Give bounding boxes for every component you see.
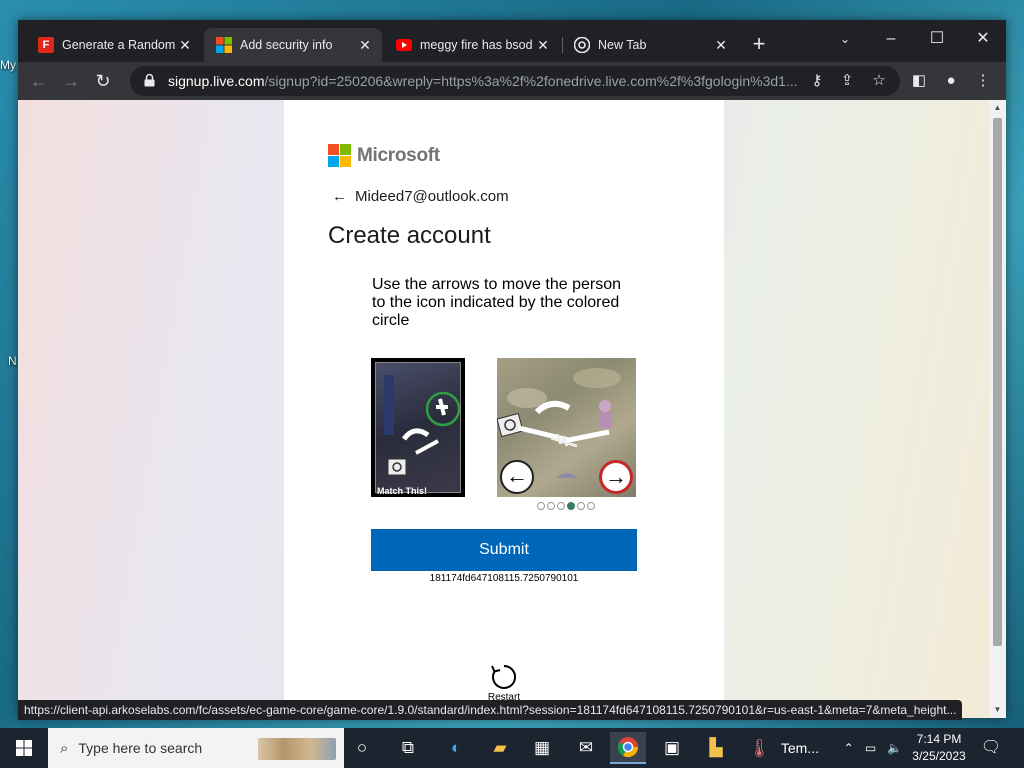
menu-kebab-icon[interactable]: ⋮	[970, 68, 996, 94]
tab-title: New Tab	[598, 38, 647, 52]
target-image: Match This!	[371, 358, 465, 497]
close-window-button[interactable]: ✕	[960, 24, 1006, 54]
progress-dot-current	[567, 502, 575, 510]
scroll-thumb[interactable]	[993, 118, 1002, 646]
close-icon[interactable]: ✕	[712, 37, 730, 54]
close-icon[interactable]: ✕	[176, 37, 194, 54]
page-content: Microsoft ← Mideed7@outlook.com Create a…	[18, 100, 1006, 718]
submit-button[interactable]: Submit	[371, 529, 637, 571]
arrow-right-button[interactable]: →	[599, 460, 633, 494]
tab-strip: F Generate a Random N ✕ Add security inf…	[18, 20, 1006, 62]
progress-dot	[547, 502, 555, 510]
system-clock[interactable]: 7:14 PM 3/25/2023	[904, 731, 974, 765]
identity-email: Mideed7@outlook.com	[355, 188, 509, 205]
share-icon[interactable]: ⇪	[834, 68, 860, 94]
restart-icon[interactable]	[489, 662, 519, 692]
signup-card: Microsoft ← Mideed7@outlook.com Create a…	[284, 100, 724, 718]
temperature-app[interactable]: 🌡 Tem...	[748, 732, 828, 764]
tab-add-security-info[interactable]: Add security info ✕	[204, 28, 382, 62]
scroll-up-arrow-icon[interactable]: ▲	[989, 100, 1006, 116]
session-id: 181174fd647108115.7250790101	[429, 573, 579, 584]
chevron-up-icon[interactable]: ⌃	[844, 741, 854, 755]
browser-toolbar: ← → ↻ signup.live.com /signup?id=250206&…	[18, 62, 1006, 100]
network-icon[interactable]: ▭	[865, 741, 876, 755]
taskbar-search[interactable]: ⌕ Type here to search	[48, 728, 344, 768]
taskbar: ⌕ Type here to search ○ ⧉ ◐ ▰ ▦ ✉ ▣ ▙ 🌡 …	[0, 728, 1024, 768]
pinned-app-label: Tem...	[780, 740, 819, 756]
progress-dot	[537, 502, 545, 510]
maximize-button[interactable]: ☐	[914, 24, 960, 54]
desktop-icon-label[interactable]: My	[0, 58, 16, 72]
brand-name: Microsoft	[357, 144, 440, 166]
start-button[interactable]	[0, 728, 48, 768]
system-tray: ⌃ ▭ 🔈	[838, 728, 908, 768]
mail-icon[interactable]: ✉	[568, 732, 604, 764]
puzzle-instructions: Use the arrows to move the person to the…	[372, 276, 622, 329]
tab-generate-random[interactable]: F Generate a Random N ✕	[26, 28, 202, 62]
close-icon[interactable]: ✕	[534, 37, 552, 54]
url-path: /signup?id=250206&wreply=https%3a%2f%2fo…	[264, 73, 798, 89]
microsoft-logo: Microsoft	[328, 144, 440, 167]
microsoft-logo-icon	[216, 37, 232, 53]
tab-new-tab[interactable]: New Tab ✕	[562, 28, 738, 62]
key-icon[interactable]: ⚷	[804, 68, 830, 94]
desktop-icon-label[interactable]: N	[8, 354, 17, 368]
thermometer-icon: 🌡	[748, 737, 771, 758]
address-bar[interactable]: signup.live.com /signup?id=250206&wreply…	[130, 66, 900, 96]
page-title: Create account	[328, 222, 491, 249]
forward-button[interactable]: →	[58, 68, 84, 94]
tab-title: Add security info	[240, 38, 333, 52]
f-logo-icon: F	[38, 37, 54, 53]
task-view-icon[interactable]: ⧉	[390, 732, 426, 764]
progress-dot	[587, 502, 595, 510]
profile-icon[interactable]: ●	[938, 68, 964, 94]
volume-icon[interactable]: 🔈	[887, 741, 902, 755]
puzzle-progress-dots	[537, 502, 597, 510]
chrome-taskbar-icon[interactable]	[610, 732, 646, 764]
search-highlight-image	[258, 738, 336, 760]
notification-icon[interactable]: 🗨	[978, 736, 1004, 760]
tab-meggy-fire[interactable]: meggy fire has bsod ✕	[384, 28, 560, 62]
browser-window: F Generate a Random N ✕ Add security inf…	[18, 20, 1006, 718]
app-icon[interactable]: ▣	[654, 732, 690, 764]
youtube-icon	[396, 37, 412, 53]
lock-icon[interactable]	[144, 73, 156, 88]
arrow-left-button[interactable]: ←	[500, 460, 534, 494]
sticky-notes-icon[interactable]: ▙	[698, 732, 734, 764]
file-explorer-icon[interactable]: ▰	[482, 732, 518, 764]
match-label: Match This!	[377, 486, 428, 496]
status-bar-url: https://client-api.arkoselabs.com/fc/ass…	[18, 700, 963, 720]
store-icon[interactable]: ▦	[524, 732, 560, 764]
clock-date: 3/25/2023	[912, 749, 966, 763]
chrome-icon	[574, 37, 590, 53]
scroll-down-arrow-icon[interactable]: ▼	[989, 702, 1006, 718]
new-tab-button[interactable]: +	[746, 32, 772, 58]
tab-search-chevron-icon[interactable]: ⌄	[822, 24, 868, 54]
search-icon: ⌕	[60, 739, 69, 757]
search-placeholder: Type here to search	[78, 740, 203, 756]
tab-title: meggy fire has bsod	[420, 38, 533, 52]
tab-title: Generate a Random N	[62, 38, 176, 52]
bookmark-star-icon[interactable]: ☆	[866, 68, 892, 94]
microsoft-grid-icon	[328, 144, 351, 167]
page-scrollbar[interactable]: ▲ ▼	[989, 100, 1006, 718]
clock-time: 7:14 PM	[916, 732, 962, 746]
progress-dot	[557, 502, 565, 510]
reload-button[interactable]: ↻	[90, 68, 116, 94]
minimize-button[interactable]: –	[868, 24, 914, 54]
edge-icon[interactable]: ◐	[438, 732, 474, 764]
identity-banner[interactable]: ← Mideed7@outlook.com	[332, 188, 509, 205]
puzzle-game-image: ← →	[496, 358, 636, 497]
back-button[interactable]: ←	[26, 68, 52, 94]
close-icon[interactable]: ✕	[356, 37, 374, 54]
side-panel-icon[interactable]: ◧	[906, 68, 932, 94]
progress-dot	[577, 502, 585, 510]
url-host: signup.live.com	[168, 73, 265, 89]
back-arrow-icon[interactable]: ←	[332, 188, 347, 205]
cortana-icon[interactable]: ○	[344, 732, 380, 764]
